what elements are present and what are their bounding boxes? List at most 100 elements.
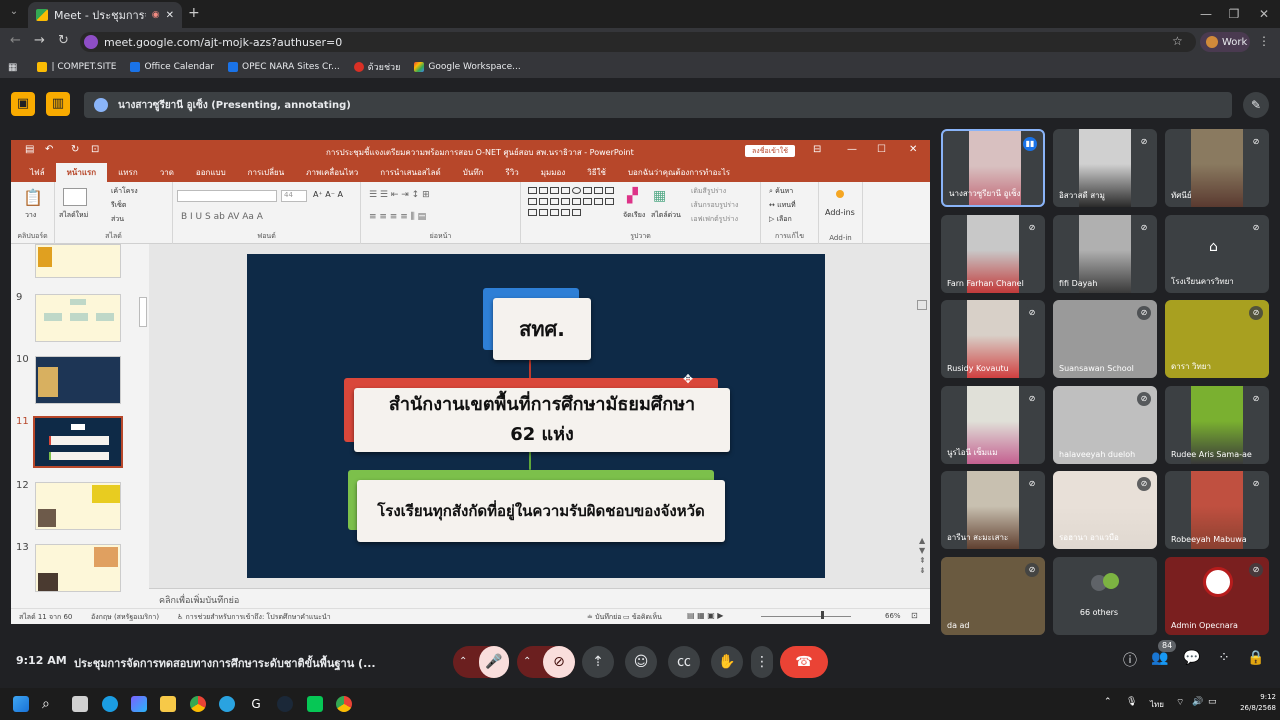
ppt-maximize-icon[interactable]: ☐ [877,144,886,155]
search-icon[interactable]: ⌕ [42,696,58,712]
participant-tile[interactable]: ⊘ da ad [941,557,1045,635]
slide-thumbnail-selected[interactable] [33,416,123,468]
battery-icon[interactable]: ▭ [1208,697,1217,707]
font-name-field[interactable] [177,190,277,202]
meeting-info-icon[interactable]: ⓘ [1117,650,1143,672]
tab-animations[interactable]: ภาพเคลื่อนไหว [295,163,369,182]
ribbon-display-icon[interactable]: ⊟ [813,144,821,155]
forward-icon[interactable]: → [34,33,45,48]
slide-thumbnail[interactable] [35,356,121,404]
host-controls-icon[interactable]: 🔒 [1243,650,1269,672]
slide-resize-handle[interactable] [917,300,927,310]
captions-icon[interactable]: ㏄ [668,646,700,678]
start-icon[interactable] [13,696,29,712]
list-icons[interactable]: ☰ ☰ ⇤ ⇥ ↕ ⊞ [369,190,430,200]
reload-icon[interactable]: ↻ [58,33,69,48]
present-screen-icon[interactable]: ⇡ [582,646,614,678]
bookmark-star-icon[interactable]: ☆ [1172,34,1183,48]
accessibility-status[interactable]: ♿ การช่วยสำหรับการเข้าถึง: โปรดศึกษาคำแน… [177,612,331,623]
tab-home[interactable]: หน้าแรก [55,163,108,182]
reset-button[interactable]: รีเซ็ต [111,200,126,211]
addins-label[interactable]: Add-ins [825,208,855,217]
paste-icon[interactable]: 📋 [23,188,43,207]
browser-menu-icon[interactable]: ⋮ [1258,34,1270,48]
browser-tab-meet[interactable]: Meet - ประชุมการจัดการทดสอ… ◉ ✕ [28,2,182,28]
chrome-icon[interactable] [190,696,206,712]
telegram-icon[interactable] [219,696,235,712]
zoom-level[interactable]: 66% [885,612,901,620]
box-schools[interactable]: โรงเรียนทุกสังกัดที่อยู่ในความรับผิดชอบข… [357,480,725,542]
tell-me-search[interactable]: บอกฉันว่าคุณต้องการทำอะไร [617,163,741,182]
layout-button[interactable]: เค้าโครง [111,186,138,197]
minimize-icon[interactable]: — [1192,4,1220,24]
font-size-field[interactable]: 44 [281,190,307,202]
apps-icon[interactable]: ▦ [8,62,17,73]
arrange-icon[interactable]: ▞ [627,188,638,204]
camera-options-icon[interactable]: ⌃ [523,646,531,678]
ppt-close-icon[interactable]: ✕ [909,144,917,155]
participant-tile[interactable]: ⊘ Rusidy Kovautu [941,300,1045,378]
participant-tile[interactable]: ⊘ Farn Farhan Chanel [941,215,1045,293]
participant-tile[interactable]: ⊘ อารีนา สะมะเสาะ [941,471,1045,549]
chrome-profile-icon[interactable] [336,696,352,712]
tray-overflow-icon[interactable]: ⌃ [1104,697,1112,707]
activities-icon[interactable]: ⁘ [1211,650,1237,672]
tab-record[interactable]: บันทึก [452,163,495,182]
shape-effects-button[interactable]: เอฟเฟกต์รูปร่าง [691,214,738,225]
shape-fill-button[interactable]: เติมสีรูปร่าง [691,186,726,197]
comments-button[interactable]: ▭ ข้อคิดเห็น [623,612,662,623]
tab-design[interactable]: ออกแบบ [185,163,237,182]
box-secondary-offices[interactable]: สำนักงานเขตพื้นที่การศึกษามัธยมศึกษา 62 … [354,388,730,452]
chat-icon[interactable]: 💬 [1179,650,1205,672]
tab-help[interactable]: วิธีใช้ [576,163,617,182]
tab-draw[interactable]: วาด [149,163,185,182]
arrange-label[interactable]: จัดเรียง [623,210,645,221]
shapes-gallery[interactable] [527,186,619,219]
tab-view[interactable]: มุมมอง [530,163,577,182]
steam-icon[interactable] [277,696,293,712]
find-button[interactable]: ⌕ ค้นหา [769,186,793,197]
participant-tile[interactable]: ⊘ fifi Dayah [1053,215,1157,293]
participant-tile[interactable]: ⊘ นูรไอนี เซ็มแม [941,386,1045,464]
addins-icon[interactable] [836,190,844,198]
app-g-icon[interactable]: G [248,696,264,712]
back-icon[interactable]: ← [10,33,21,48]
tab-transitions[interactable]: การเปลี่ยน [237,163,296,182]
site-info-icon[interactable] [84,35,98,49]
restore-icon[interactable]: ❐ [1220,4,1248,24]
participant-tile[interactable]: ⊘ รอฮานา อาแวบือ [1053,471,1157,549]
camera-off-icon[interactable]: ⊘ [543,646,575,678]
ppt-minimize-icon[interactable]: — [847,144,857,155]
redo-icon[interactable]: ↻ [71,144,79,155]
tab-insert[interactable]: แทรก [107,163,149,182]
zoom-slider[interactable] [761,616,851,617]
new-tab-icon[interactable]: + [188,5,200,21]
bookmark-office-calendar[interactable]: Office Calendar [130,62,214,72]
microphone-tray-icon[interactable]: 🎙 [1126,697,1137,707]
thumbnail-scrollbar[interactable] [138,247,148,607]
taskbar-clock[interactable]: 9:12 26/8/2568 [1224,692,1276,714]
end-call-icon[interactable]: ☎ [780,646,828,678]
quick-styles-icon[interactable]: ▦ [653,188,666,204]
participant-tile[interactable]: ⊘ Admin Opecnara [1165,557,1269,635]
bookmark-opec[interactable]: OPEC NARA Sites Cr... [228,62,340,72]
line-icon[interactable] [307,696,323,712]
participant-tile[interactable]: ⊘ อิสวาสดี สามู [1053,129,1157,207]
notes-button[interactable]: ≐ บันทึกย่อ [587,612,621,623]
tab-review[interactable]: รีวิว [494,163,529,182]
participant-tile[interactable]: ⊘ ดารา วิทยา [1165,300,1269,378]
copilot-icon[interactable] [131,696,147,712]
participant-tile[interactable]: ⌂ ⊘ โรงเรียนคารวิทยา [1165,215,1269,293]
slide-thumbnail[interactable] [35,544,121,592]
align-icons[interactable]: ≡ ≡ ≡ ≡ ⫼ ▤ [369,212,426,222]
language-status[interactable]: อังกฤษ (สหรัฐอเมริกา) [91,612,159,623]
participant-tile[interactable]: 66 others [1053,557,1157,635]
bookmark-compet[interactable]: | COMPET.SITE [37,62,116,72]
select-button[interactable]: ▷ เลือก [769,214,792,225]
quick-styles-label[interactable]: สไตล์ด่วน [651,210,681,221]
zoom-slider-thumb[interactable] [821,611,824,619]
participant-tile[interactable]: ▮▮ นางสาวซูรียานี อูเซ็ง [941,129,1045,207]
slide-thumbnail[interactable] [35,244,121,278]
url-bar[interactable]: meet.google.com/ajt-mojk-azs?authuser=0 [80,32,1196,52]
box-ost[interactable]: สทศ. [493,298,591,360]
